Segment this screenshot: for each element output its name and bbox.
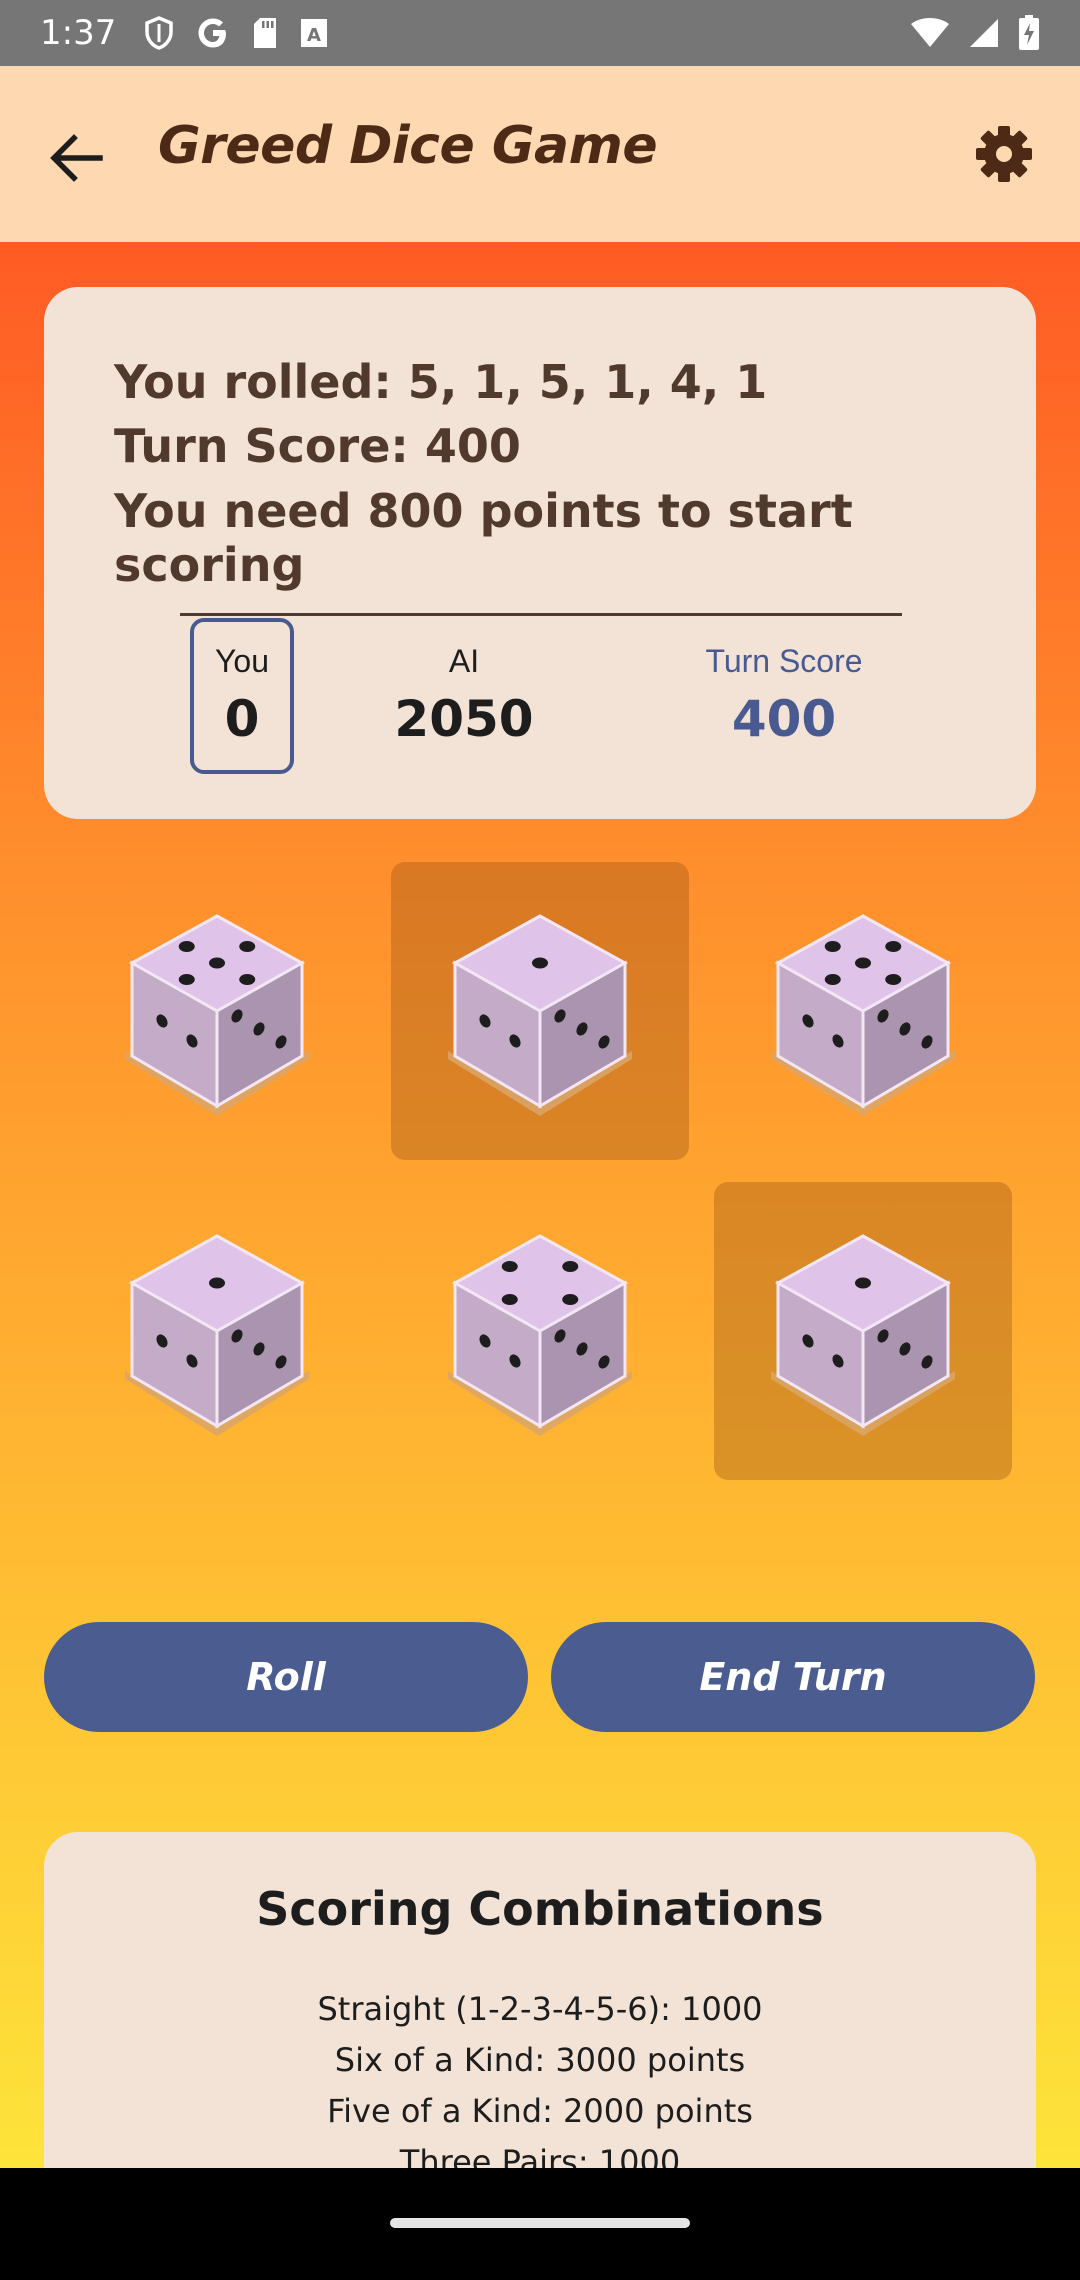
divider xyxy=(180,613,902,616)
app-bar: Greed Dice Game xyxy=(0,66,1080,242)
die-icon xyxy=(448,914,632,1116)
scoring-title: Scoring Combinations xyxy=(256,1882,824,1936)
die-icon xyxy=(125,914,309,1116)
scoring-item: Three Pairs: 1000 xyxy=(399,2143,681,2168)
status-card: You rolled: 5, 1, 5, 1, 4, 1 Turn Score:… xyxy=(44,287,1036,819)
signal-icon xyxy=(968,17,1000,49)
navigation-bar xyxy=(0,2168,1080,2280)
die-pip xyxy=(824,941,841,952)
wifi-icon xyxy=(910,17,950,49)
die-pip xyxy=(178,941,195,952)
scoring-item: Straight (1-2-3-4-5-6): 1000 xyxy=(317,1990,763,2028)
scoring-list: Straight (1-2-3-4-5-6): 1000 Six of a Ki… xyxy=(44,1984,1036,2168)
ai-label: AI xyxy=(448,643,480,679)
turn-label: Turn Score xyxy=(705,643,863,679)
sd-card-icon xyxy=(252,17,278,49)
google-icon xyxy=(196,16,230,50)
die-pip xyxy=(501,1294,518,1305)
status-time: 1:37 xyxy=(40,13,117,53)
status-icons-right xyxy=(910,15,1040,51)
die-3[interactable] xyxy=(714,862,1012,1160)
need-points-text: You need 800 points to start scoring xyxy=(114,484,853,592)
scoring-item: Six of a Kind: 3000 points xyxy=(334,2041,746,2079)
page-title: Greed Dice Game xyxy=(158,116,658,176)
dice-area xyxy=(0,862,1080,1522)
die-icon xyxy=(125,1234,309,1436)
gear-icon[interactable] xyxy=(972,122,1036,186)
die-icon xyxy=(448,1234,632,1436)
die-5[interactable] xyxy=(391,1182,689,1480)
scoring-card: Scoring Combinations Straight (1-2-3-4-5… xyxy=(44,1832,1036,2168)
turn-score-text: Turn Score: 400 xyxy=(114,419,521,473)
status-bar: 1:37 A xyxy=(0,0,1080,66)
ai-score: AI 2050 xyxy=(384,643,544,748)
home-gesture-handle[interactable] xyxy=(390,2218,690,2228)
die-pip xyxy=(885,941,902,952)
die-2[interactable] xyxy=(391,862,689,1160)
game-content: You rolled: 5, 1, 5, 1, 4, 1 Turn Score:… xyxy=(0,242,1080,2168)
die-pip xyxy=(885,974,902,985)
you-value: 0 xyxy=(224,690,260,748)
die-pip xyxy=(824,974,841,985)
die-pip xyxy=(501,1261,518,1272)
rolled-text: You rolled: 5, 1, 5, 1, 4, 1 xyxy=(114,355,768,409)
die-icon xyxy=(771,914,955,1116)
die-pip xyxy=(562,1294,579,1305)
ai-value: 2050 xyxy=(394,690,534,748)
turn-value: 400 xyxy=(731,690,837,748)
die-pip xyxy=(239,941,256,952)
end-turn-button[interactable]: End Turn xyxy=(551,1622,1035,1732)
die-pip xyxy=(209,957,225,969)
arrow-left-icon[interactable] xyxy=(44,126,108,190)
die-1[interactable] xyxy=(68,862,366,1160)
die-pip xyxy=(178,974,195,985)
turn-score: Turn Score 400 xyxy=(664,643,904,748)
you-label: You xyxy=(215,643,269,679)
shield-icon xyxy=(144,16,174,50)
die-4[interactable] xyxy=(68,1182,366,1480)
die-pip xyxy=(239,974,256,985)
die-pip xyxy=(532,957,548,969)
svg-text:A: A xyxy=(307,25,321,46)
font-a-icon: A xyxy=(300,18,328,48)
die-pip xyxy=(562,1261,579,1272)
status-icons-left: A xyxy=(144,16,328,50)
battery-charging-icon xyxy=(1018,15,1040,51)
die-pip xyxy=(209,1277,225,1289)
die-6[interactable] xyxy=(714,1182,1012,1480)
die-pip xyxy=(855,957,871,969)
die-pip xyxy=(855,1277,871,1289)
scoring-item: Five of a Kind: 2000 points xyxy=(327,2092,753,2130)
you-score: You 0 xyxy=(194,643,290,748)
die-icon xyxy=(771,1234,955,1436)
roll-button[interactable]: Roll xyxy=(44,1622,528,1732)
